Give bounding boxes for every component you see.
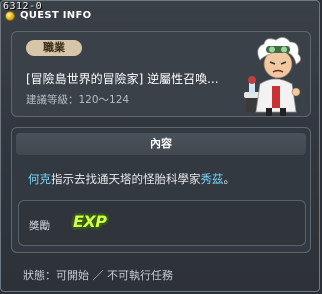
job-badge: 職業 [26, 40, 82, 56]
content-header: 內容 [16, 133, 306, 155]
npc-scientist-portrait [244, 37, 301, 116]
reward-label: 獎勵 [29, 220, 50, 232]
description-text: 指示去找通天塔的怪胎科學家 [51, 172, 201, 186]
window-titlebar[interactable]: QUEST INFO [5, 10, 91, 21]
npc-link-target[interactable]: 秀茲 [201, 172, 224, 186]
reward-box: 獎勵 EXP [18, 200, 306, 246]
description-end: 。 [223, 172, 236, 186]
quest-summary-panel: 職業 [冒險島世界的冒險家] 逆屬性召喚... 建議等級：120～124 [11, 31, 311, 117]
window-title: QUEST INFO [20, 10, 92, 21]
quest-description: 何克指示去找通天塔的怪胎科學家秀茲。 [28, 171, 235, 187]
title-bullet-icon [5, 10, 15, 21]
quest-name: [冒險島世界的冒險家] 逆屬性召喚... [26, 72, 219, 86]
level-requirement: 建議等級：120～124 [26, 94, 130, 106]
npc-link-start[interactable]: 何克 [28, 172, 51, 186]
quest-content-panel: 內容 何克指示去找通天塔的怪胎科學家秀茲。 獎勵 EXP [11, 127, 311, 253]
quest-status: 狀態：可開始 ／ 不可執行任務 [23, 269, 173, 282]
quest-info-window: 6312-0 QUEST INFO 職業 [冒險島世界的冒險家] 逆屬性召喚..… [0, 0, 320, 292]
exp-reward-icon[interactable]: EXP [73, 212, 107, 231]
